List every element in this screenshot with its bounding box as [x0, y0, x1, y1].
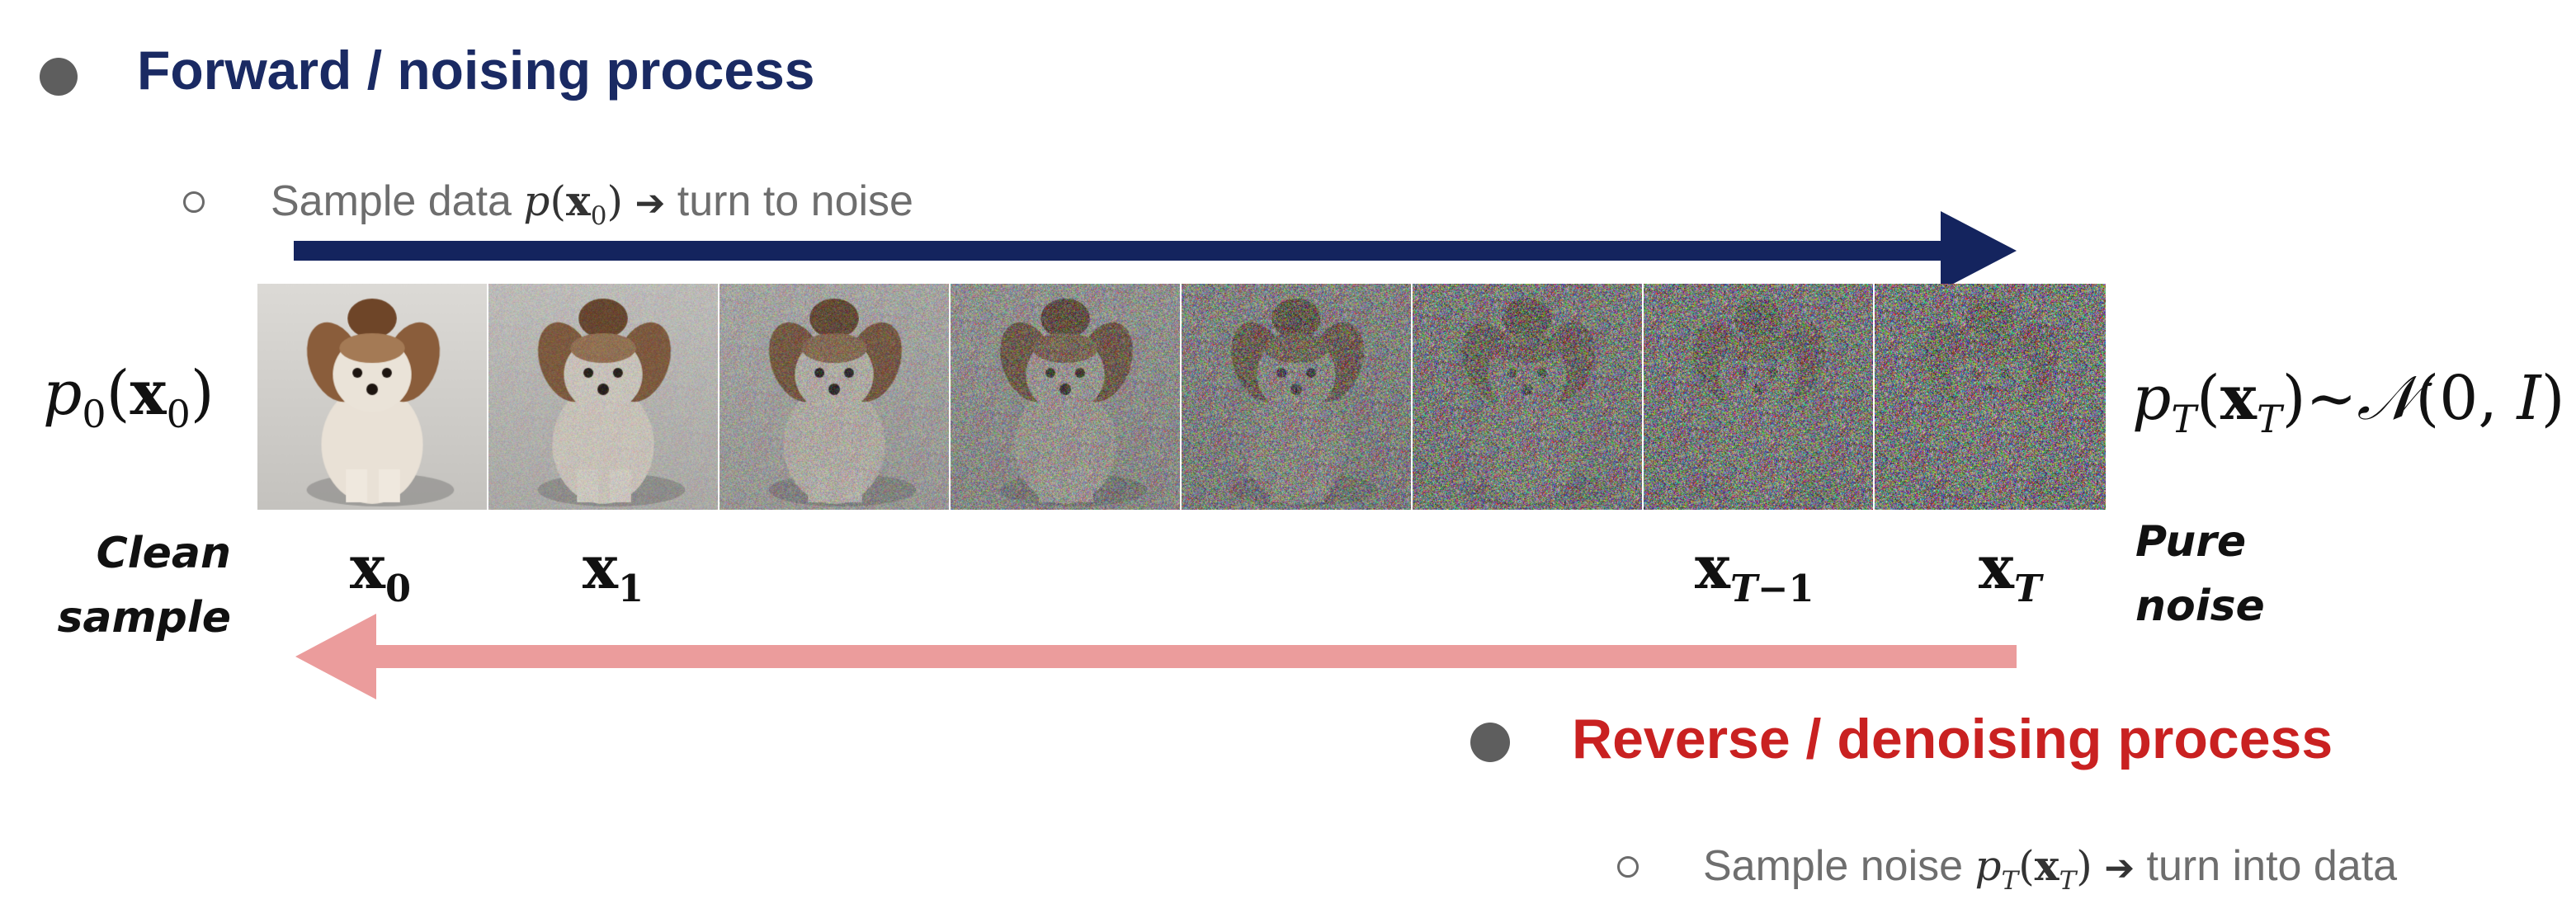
pure-noise-line1: Pure	[2135, 517, 2247, 567]
frame-label-xT-1: xT−1	[1695, 532, 1814, 610]
pure-noise-line2: noise	[2135, 581, 2265, 631]
prior-data-formula: p0(x0)	[43, 358, 215, 437]
noise-distribution-formula: pT(xT)~𝒩(0, I)	[2132, 363, 2565, 442]
reverse-subtext-suffix: turn into data	[2135, 842, 2398, 890]
reverse-arrow	[295, 614, 2017, 699]
bullet-dot-icon	[1470, 723, 1510, 762]
reverse-heading: Reverse / denoising process	[1572, 708, 2333, 770]
frame-label-xT: xT	[1979, 532, 2042, 610]
reverse-subtext-prefix: Sample noise	[1703, 842, 1975, 890]
pure-noise-caption: Pure noise	[2135, 510, 2265, 638]
reverse-subtext: Sample noise pT(xT) ➔ turn into data	[1703, 841, 2398, 896]
noise-frame	[257, 284, 488, 510]
noise-frame	[1413, 284, 1644, 510]
noise-frame	[719, 284, 951, 510]
bullet-ring-icon	[1617, 856, 1639, 878]
clean-sample-line1: Clean	[96, 529, 231, 578]
noise-frame	[1875, 284, 2106, 510]
reverse-subtext-math: pT(xT)	[1974, 841, 2092, 896]
noise-frame	[1182, 284, 1413, 510]
diffusion-frames	[257, 284, 2106, 510]
clean-sample-line2: sample	[57, 593, 231, 643]
noise-frame	[488, 284, 719, 510]
frame-label-x0: x0	[350, 532, 411, 610]
right-arrow-icon: ➔	[2104, 848, 2135, 888]
clean-sample-caption: Clean sample	[33, 521, 231, 650]
noise-frame	[951, 284, 1182, 510]
noise-frame	[1644, 284, 1875, 510]
frame-label-x1: x1	[583, 532, 644, 610]
forward-arrow	[294, 211, 2017, 290]
